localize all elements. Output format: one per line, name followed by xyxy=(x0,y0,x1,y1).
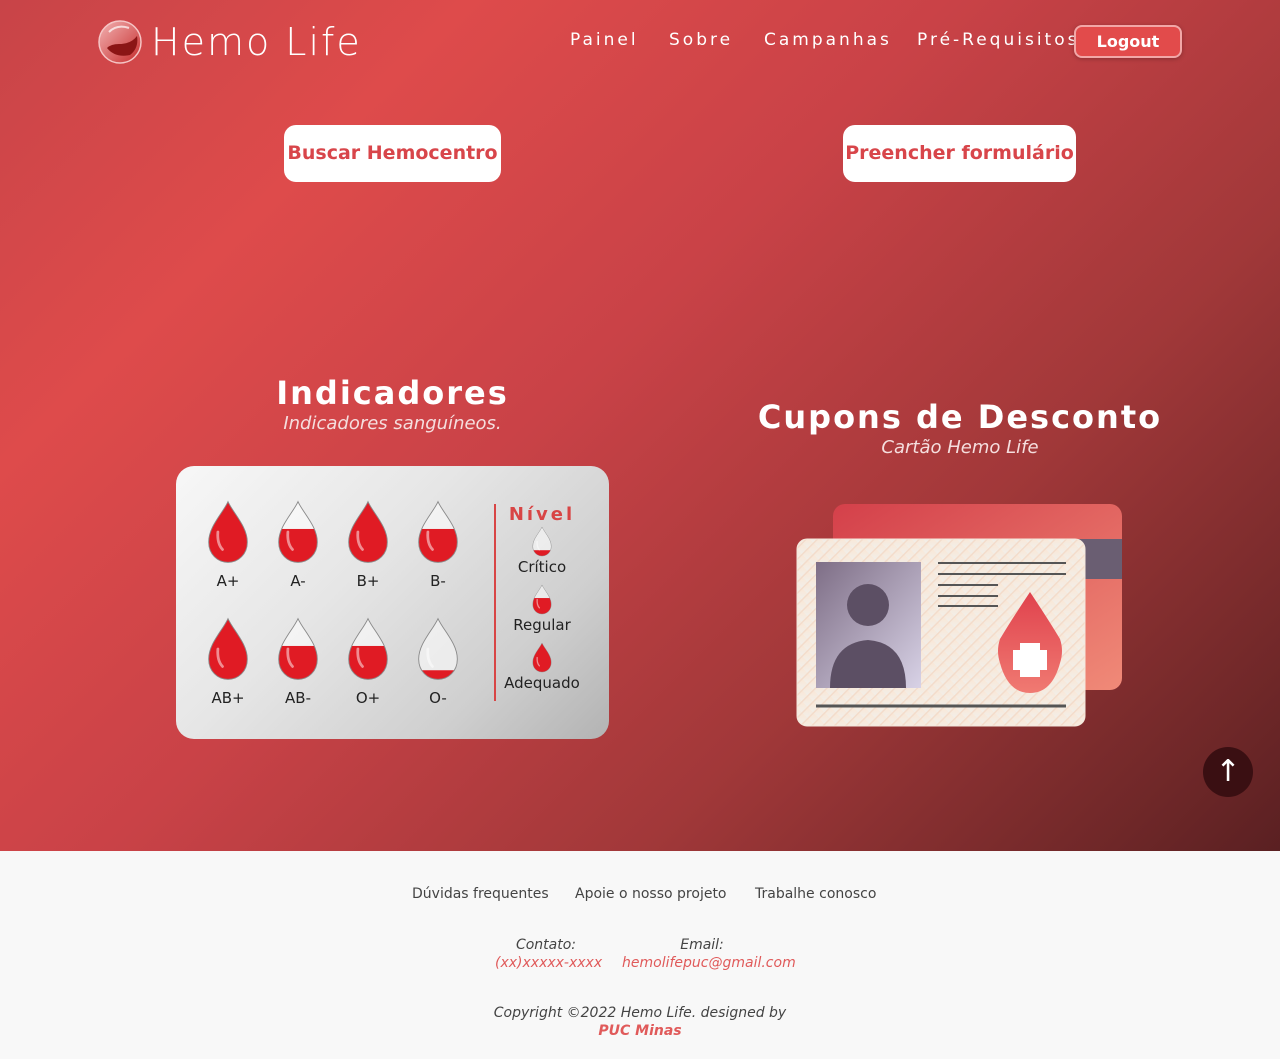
drop-fill xyxy=(418,528,458,563)
email-link[interactable]: hemolifepuc@gmail.com xyxy=(622,955,796,971)
email-label: Email: xyxy=(680,937,724,953)
blood-drop-icon xyxy=(532,526,552,557)
level-legend-item: Crítico xyxy=(499,526,585,576)
drop-fill xyxy=(348,501,388,563)
designer-link[interactable]: PUC Minas xyxy=(0,1023,1280,1039)
blood-type-indicator: O+ xyxy=(338,613,398,707)
blood-type-label: AB- xyxy=(285,689,311,707)
blood-type-label: O+ xyxy=(355,689,381,707)
blood-drop-icon xyxy=(348,500,388,563)
level-label: Adequado xyxy=(504,674,580,692)
legend-divider xyxy=(494,504,496,701)
footer-link-faq[interactable]: Dúvidas frequentes xyxy=(412,886,549,902)
footer-link-careers[interactable]: Trabalhe conosco xyxy=(755,886,876,902)
blood-type-indicator: AB- xyxy=(268,613,328,707)
contact-label: Contato: xyxy=(515,937,577,953)
blood-type-indicator: O- xyxy=(408,613,468,707)
footer-link-support[interactable]: Apoie o nosso projeto xyxy=(575,886,727,902)
level-label: Regular xyxy=(513,616,571,634)
hemo-life-card-illustration xyxy=(796,504,1122,727)
drop-fill xyxy=(208,501,248,563)
drop-fill xyxy=(208,618,248,680)
hero-section: Hemo Life Painel Sobre Campanhas Pré-Req… xyxy=(0,0,1280,851)
nav-sobre[interactable]: Sobre xyxy=(669,30,733,50)
fill-form-button[interactable]: Preencher formulário xyxy=(843,125,1076,182)
legend-title: Nível xyxy=(508,504,576,525)
drop-fill xyxy=(532,642,552,673)
indicators-title: Indicadores xyxy=(276,374,509,412)
nav-painel[interactable]: Painel xyxy=(570,30,639,50)
blood-type-indicator: A- xyxy=(268,496,328,590)
blood-drop-icon xyxy=(278,617,318,680)
blood-type-indicator: B+ xyxy=(338,496,398,590)
indicators-card: Nível A+ A- B+ B- AB+ AB- O+ O- Crítico Regular Ad… xyxy=(176,466,609,739)
blood-type-indicator: B- xyxy=(408,496,468,590)
contact-phone[interactable]: (xx)xxxxx-xxxx xyxy=(495,955,602,971)
drop-fill xyxy=(278,645,318,680)
blood-type-indicator: AB+ xyxy=(198,613,258,707)
blood-type-label: A+ xyxy=(216,572,240,590)
blood-drop-icon xyxy=(418,617,458,680)
blood-type-label: A- xyxy=(290,572,306,590)
blood-type-indicator: A+ xyxy=(198,496,258,590)
drop-fill xyxy=(348,645,388,680)
nav-campanhas[interactable]: Campanhas xyxy=(764,30,892,50)
copyright-text: Copyright ©2022 Hemo Life. designed by xyxy=(493,1005,787,1021)
blood-drop-icon xyxy=(208,617,248,680)
search-hemocentro-button[interactable]: Buscar Hemocentro xyxy=(284,125,501,182)
blood-drop-icon xyxy=(418,500,458,563)
blood-drop-icon xyxy=(208,500,248,563)
logout-button[interactable]: Logout xyxy=(1074,25,1182,58)
blood-drop-icon xyxy=(532,642,552,673)
blood-drop-icon xyxy=(348,617,388,680)
blood-type-label: O- xyxy=(429,689,447,707)
blood-type-label: B- xyxy=(430,572,446,590)
blood-drop-icon xyxy=(278,500,318,563)
blood-type-label: AB+ xyxy=(211,689,245,707)
nav-pre-requisitos[interactable]: Pré-Requisitos xyxy=(917,30,1079,50)
scroll-to-top-button[interactable]: ↑ xyxy=(1203,747,1253,797)
drop-fill xyxy=(532,598,552,615)
blood-drop-icon xyxy=(532,584,552,615)
drop-fill xyxy=(278,528,318,563)
level-legend-item: Adequado xyxy=(499,642,585,692)
arrow-up-icon: ↑ xyxy=(1215,754,1241,789)
level-label: Crítico xyxy=(517,558,567,576)
footer: Dúvidas frequentes Apoie o nosso projeto… xyxy=(0,851,1280,1059)
indicators-subtitle: Indicadores sanguíneos. xyxy=(283,413,502,434)
coupons-subtitle: Cartão Hemo Life xyxy=(881,437,1039,458)
blood-type-label: B+ xyxy=(356,572,380,590)
level-legend-item: Regular xyxy=(499,584,585,634)
coupons-title: Cupons de Desconto xyxy=(757,398,1163,436)
